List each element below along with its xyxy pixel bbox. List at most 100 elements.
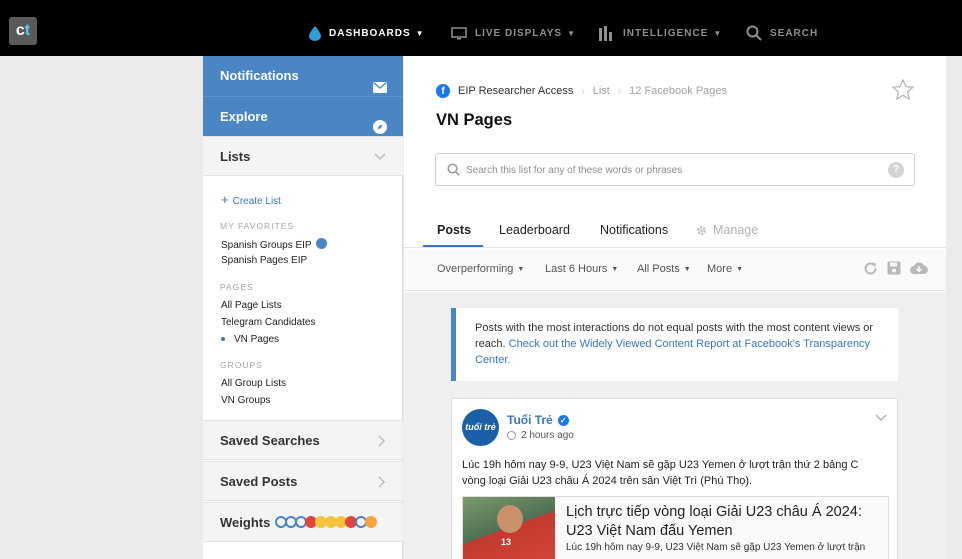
nav-live-displays-label: LIVE DISPLAYS [475,27,563,39]
filter-sort-label: Overperforming [437,263,514,275]
sidebar-notifications-label: Notifications [220,68,299,83]
list-search-box: ? [435,153,915,186]
page-title: VN Pages [436,111,513,129]
sidebar-item-label: Spanish Groups EIP [221,240,312,251]
chevron-down-icon: ▼ [713,28,723,38]
page-background [0,56,203,559]
sidebar-item-all-group-lists[interactable]: All Group Lists [221,378,286,389]
breadcrumb-pages-count: 12 Facebook Pages [629,85,728,97]
link-title: Lịch trực tiếp vòng loại Giải U23 châu Á… [566,504,862,539]
sidebar-lists-label: Lists [220,149,251,164]
sidebar: Notifications Explore Lists + Create List… [203,56,403,559]
tab-posts[interactable]: Posts [437,223,471,237]
nav-search[interactable]: SEARCH [746,24,818,42]
tab-bar: Posts Leaderboard Notifications Manage [404,214,946,248]
reaction-weights-icons [275,516,377,528]
sidebar-notifications[interactable]: Notifications [203,56,403,96]
post-author[interactable]: Tuổi Trẻ ✓ [507,413,569,427]
post-feed: Posts with the most interactions do not … [404,292,946,559]
sidebar-item-spanish-pages-eip[interactable]: Spanish Pages EIP [221,255,307,266]
sidebar-item-all-page-lists[interactable]: All Page Lists [221,300,282,311]
sidebar-item-vn-groups[interactable]: VN Groups [221,395,270,406]
transparency-report-link[interactable]: Check out the Widely Viewed Content Repo… [475,338,870,366]
cloud-download-icon[interactable] [909,261,929,280]
nav-dashboards[interactable]: DASHBOARDS ▼ [309,24,425,42]
main-panel: f EIP Researcher Access › List › 12 Face… [404,56,946,559]
list-search-input[interactable] [466,161,886,179]
saved-searches-label: Saved Searches [220,433,320,448]
sidebar-saved-searches[interactable]: Saved Searches [203,420,403,460]
link-description: Lúc 19h hôm nay 9-9, U23 Việt Nam sẽ gặp… [566,542,866,553]
avatar[interactable]: tuổi trẻ [462,409,499,446]
link-thumbnail: 13 [463,497,555,559]
sidebar-lists-header[interactable]: Lists [203,136,403,176]
help-icon[interactable]: ? [888,162,904,178]
globe-icon [507,431,516,440]
link-preview-card[interactable]: 13 Lịch trực tiếp vòng loại Giải U23 châ… [462,496,889,559]
jersey-number: 13 [501,537,512,547]
nav-intelligence-label: INTELLIGENCE [623,27,709,39]
sidebar-item-vn-pages[interactable]: VN Pages [221,334,279,345]
sidebar-explore[interactable]: Explore [203,96,403,136]
player-face [497,505,523,533]
caret-down-icon: ▼ [611,266,619,273]
group-icon [316,238,328,249]
plus-icon: + [221,192,229,207]
breadcrumb-separator-icon: › [617,85,622,97]
saved-posts-label: Saved Posts [220,474,298,489]
crowdtangle-logo[interactable]: ct [9,17,37,45]
caret-down-icon: ▼ [736,266,743,273]
filter-sort[interactable]: Overperforming ▼ [437,263,524,275]
groups-heading: GROUPS [220,360,263,370]
sidebar-saved-posts[interactable]: Saved Posts [203,461,403,501]
create-list-label: Create List [232,196,281,207]
chevron-down-icon[interactable] [875,409,887,427]
chevron-right-icon [378,462,386,504]
nav-live-displays[interactable]: LIVE DISPLAYS ▼ [451,24,576,42]
filter-more-label: More [707,263,733,275]
tab-leaderboard[interactable]: Leaderboard [499,223,570,237]
active-tab-indicator [423,245,483,247]
tab-notifications[interactable]: Notifications [600,223,668,237]
logo-letter: c [15,22,25,39]
filter-more[interactable]: More ▼ [707,263,743,275]
create-list-link[interactable]: + Create List [221,192,281,207]
filter-timeframe[interactable]: Last 6 Hours ▼ [545,263,618,275]
post-timestamp[interactable]: 2 hours ago [521,430,574,441]
sidebar-explore-label: Explore [220,109,268,124]
post-meta: 2 hours ago [507,430,574,441]
logo-letter-accent: t [24,22,31,39]
nav-intelligence[interactable]: INTELLIGENCE ▼ [599,24,722,42]
tab-manage-label: Manage [713,223,759,237]
weights-label: Weights [220,515,271,530]
verified-badge-icon: ✓ [557,414,569,426]
sidebar-weights[interactable]: Weights [203,502,403,542]
gear-icon [696,225,707,236]
sidebar-item-telegram-candidates[interactable]: Telegram Candidates [221,317,316,328]
filter-post-types-label: All Posts [637,263,680,275]
nav-dashboards-label: DASHBOARDS [329,27,411,39]
filter-post-types[interactable]: All Posts ▼ [637,263,691,275]
nav-search-label: SEARCH [770,27,819,39]
thankful-icon [365,516,377,528]
page-background-right [946,56,962,559]
chevron-down-icon: ▼ [567,28,577,38]
tab-manage[interactable]: Manage [696,223,758,237]
star-icon[interactable] [891,78,915,105]
breadcrumb-account[interactable]: EIP Researcher Access [458,85,573,97]
monitor-icon [451,26,467,40]
sidebar-item-label: VN Pages [234,334,280,345]
filter-timeframe-label: Last 6 Hours [545,263,608,275]
drop-icon [309,25,321,41]
sidebar-item-spanish-groups-eip[interactable]: Spanish Groups EIP [221,238,328,251]
filter-bar: Overperforming ▼ Last 6 Hours ▼ All Posts ▼… [404,249,946,291]
breadcrumb: f EIP Researcher Access › List › 12 Face… [436,84,727,98]
facebook-icon: f [436,84,450,98]
chevron-down-icon [374,137,386,177]
search-icon [447,163,460,181]
refresh-icon[interactable] [863,261,878,281]
breadcrumb-list[interactable]: List [593,85,610,97]
save-icon[interactable] [887,261,901,280]
chevron-right-icon [378,421,386,463]
search-icon [746,25,762,41]
